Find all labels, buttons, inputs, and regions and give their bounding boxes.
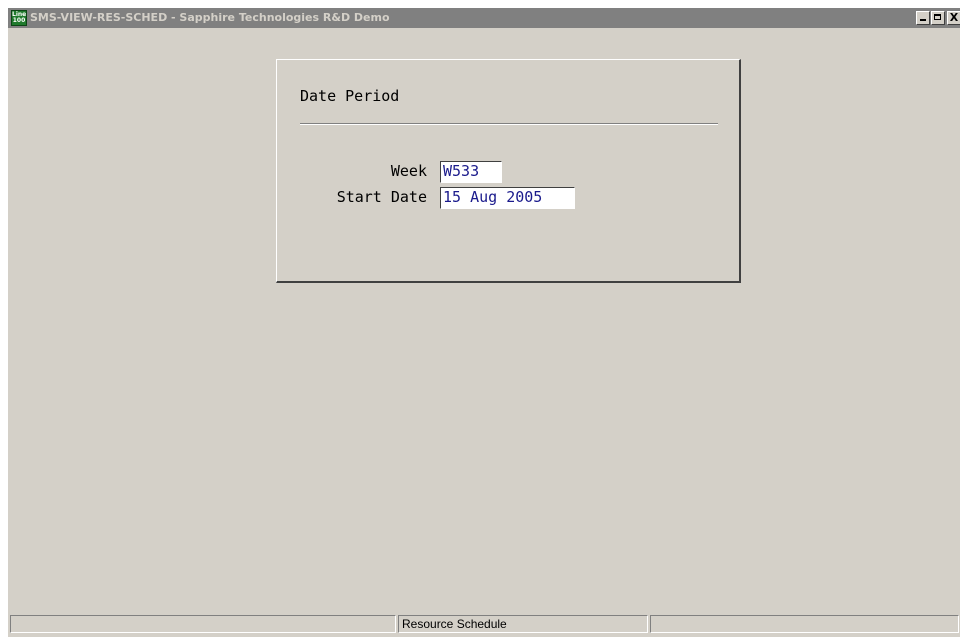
close-icon[interactable]: X: [947, 11, 960, 25]
week-label: Week: [390, 162, 427, 180]
divider: [300, 123, 718, 125]
panel-title: Date Period: [300, 87, 400, 105]
week-input[interactable]: W533: [440, 161, 502, 183]
app-icon[interactable]: Line 100: [11, 10, 27, 26]
start-date-label: Start Date: [336, 188, 427, 206]
window-controls: X: [915, 11, 960, 25]
title-bar[interactable]: Line 100 SMS-VIEW-RES-SCHED - Sapphire T…: [8, 8, 960, 28]
start-date-input[interactable]: 15 Aug 2005: [440, 187, 575, 209]
status-bar: Resource Schedule: [8, 613, 960, 637]
status-cell-resource-schedule: Resource Schedule: [398, 615, 648, 633]
status-cell-left: [10, 615, 396, 633]
status-cell-right: [650, 615, 959, 633]
minimize-icon[interactable]: [916, 11, 930, 25]
date-period-panel: Date Period Week W533 Start Date 15 Aug …: [276, 59, 741, 283]
window-title: SMS-VIEW-RES-SCHED - Sapphire Technologi…: [30, 11, 390, 24]
maximize-icon[interactable]: [931, 11, 945, 25]
application-window: Line 100 SMS-VIEW-RES-SCHED - Sapphire T…: [7, 7, 960, 637]
app-icon-text-bottom: 100: [12, 17, 26, 24]
